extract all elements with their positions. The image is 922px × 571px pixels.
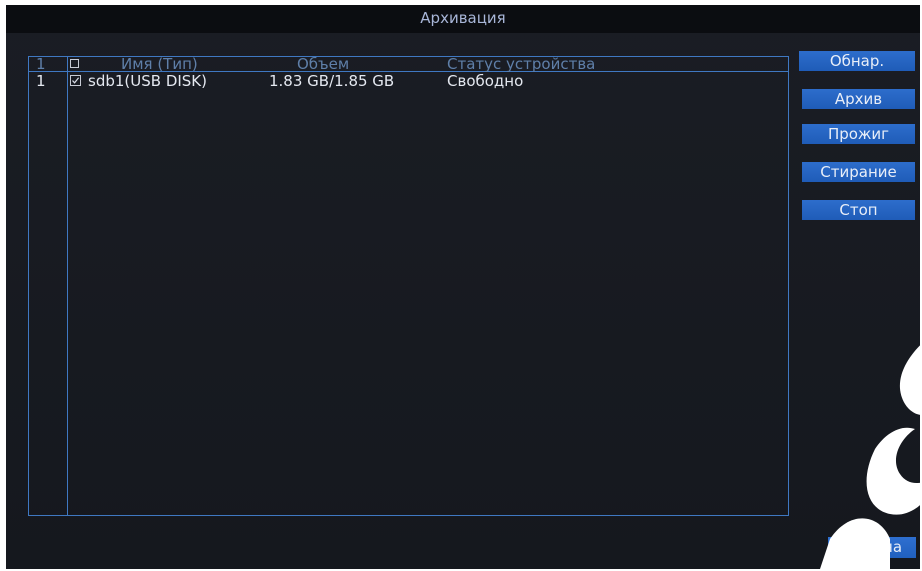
row-device-status: Свободно <box>447 72 524 90</box>
header-status[interactable]: Статус устройства <box>447 56 595 72</box>
row-device-volume: 1.83 GB/1.85 GB <box>269 72 395 90</box>
header-volume[interactable]: Объем <box>297 56 349 72</box>
watermark-logo <box>820 345 920 569</box>
scan-button[interactable]: Обнар. <box>799 51 915 71</box>
checkbox-unchecked-icon <box>70 59 79 68</box>
row-index: 1 <box>36 72 46 90</box>
backup-dialog: Архивация 1 Имя (Тип) Объем Статус устро… <box>6 5 920 569</box>
dialog-title: Архивация <box>420 9 506 27</box>
header-name[interactable]: Имя (Тип) <box>121 56 198 72</box>
column-divider <box>67 57 68 515</box>
device-table: 1 Имя (Тип) Объем Статус устройства 1 sd… <box>28 56 789 516</box>
burn-button[interactable]: Прожиг <box>802 124 915 144</box>
checkbox-checked-icon <box>70 75 81 86</box>
header-index: 1 <box>36 55 46 73</box>
erase-button[interactable]: Стирание <box>802 162 915 182</box>
title-bar: Архивация <box>6 5 920 33</box>
row-device-name[interactable]: sdb1(USB DISK) <box>88 73 207 89</box>
backup-button[interactable]: Архив <box>802 89 915 109</box>
stop-button[interactable]: Стоп <box>802 200 915 220</box>
